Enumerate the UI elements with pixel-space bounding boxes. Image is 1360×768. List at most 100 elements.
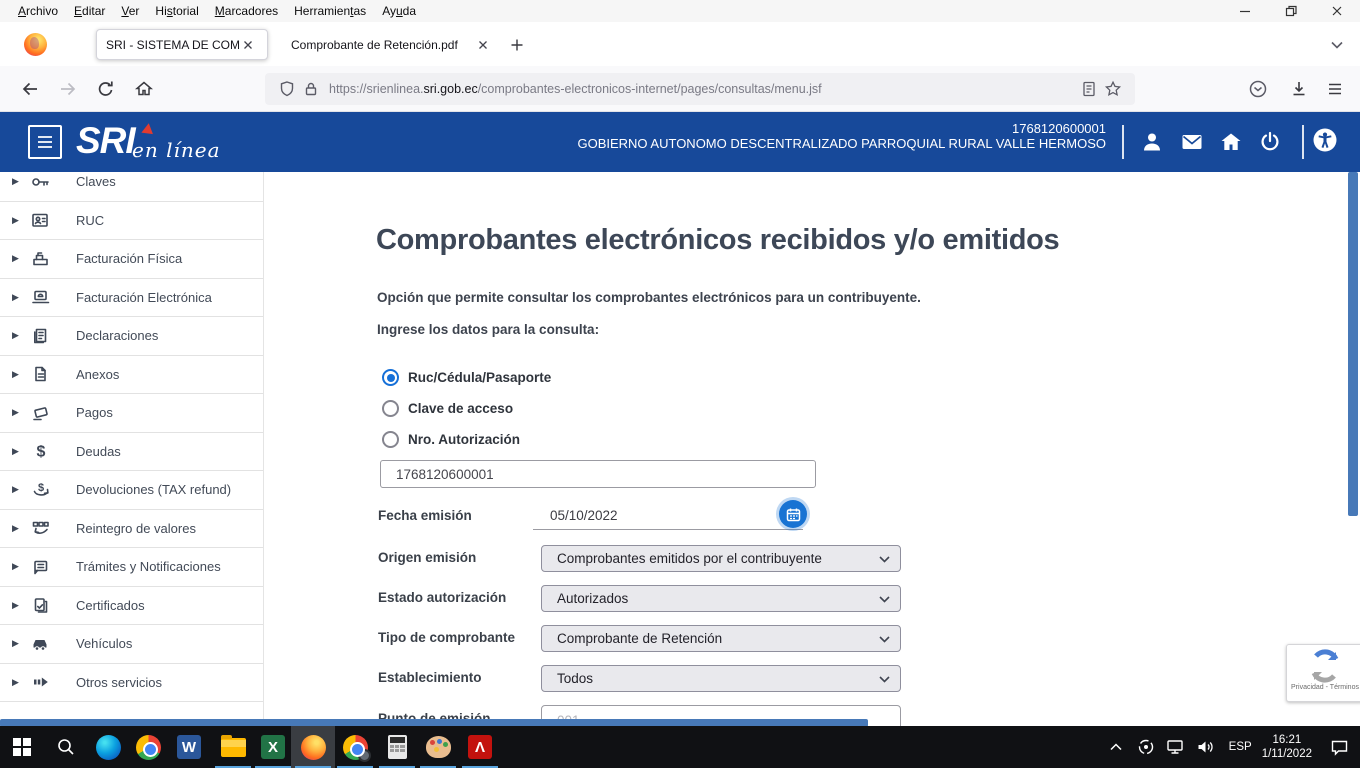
home-button[interactable]	[130, 75, 158, 103]
sidebar-item-reintegro[interactable]: ▶ Reintegro de valores	[0, 510, 263, 549]
recaptcha-label: Privacidad - Términos	[1287, 684, 1360, 691]
forward-button[interactable]	[54, 75, 82, 103]
taskbar-chrome-alt-icon[interactable]	[333, 726, 377, 768]
reload-button[interactable]	[92, 75, 120, 103]
header-divider	[1302, 125, 1304, 159]
sidebar-toggle-button[interactable]	[28, 125, 62, 159]
fecha-emision-input[interactable]: 05/10/2022	[533, 502, 803, 530]
sidebar-item-anexos[interactable]: ▶ Anexos	[0, 356, 263, 395]
car-icon	[29, 633, 53, 655]
bookmark-star-icon[interactable]	[1101, 77, 1125, 101]
establecimiento-select[interactable]: Todos	[541, 665, 901, 692]
header-divider	[1122, 125, 1124, 159]
radio-selected-icon[interactable]	[382, 369, 399, 386]
tab-close-icon[interactable]	[475, 37, 491, 53]
url-bar[interactable]: https://srienlinea.sri.gob.ec/comprobant…	[265, 73, 1135, 105]
sidebar-item-claves[interactable]: ▶ Claves	[0, 172, 263, 202]
sidebar-item-certificados[interactable]: ▶ Certificados	[0, 587, 263, 626]
taskbar-explorer-icon[interactable]	[211, 726, 255, 768]
start-button[interactable]	[0, 726, 44, 768]
radio-option-clave-acceso[interactable]: Clave de acceso	[382, 400, 513, 417]
close-button[interactable]	[1314, 0, 1360, 22]
menu-ayuda[interactable]: Ayuda	[374, 4, 424, 18]
sidebar-item-ruc[interactable]: ▶ RUC	[0, 202, 263, 241]
menu-marcadores[interactable]: Marcadores	[207, 4, 286, 18]
estado-autorizacion-select[interactable]: Autorizados	[541, 585, 901, 612]
tab-close-icon[interactable]	[240, 37, 256, 53]
menu-ver[interactable]: Ver	[113, 4, 147, 18]
action-center-icon[interactable]	[1326, 726, 1352, 768]
tray-network-icon[interactable]	[1163, 726, 1189, 768]
tab-sri-sistema[interactable]: SRI - SISTEMA DE COMPROBANTES	[96, 29, 268, 60]
lock-icon[interactable]	[299, 77, 323, 101]
radio-unselected-icon[interactable]	[382, 431, 399, 448]
tray-language-indicator[interactable]: ESP	[1229, 741, 1252, 753]
new-tab-button[interactable]	[506, 34, 528, 56]
sidebar-item-pagos[interactable]: ▶ Pagos	[0, 394, 263, 433]
sri-logo: SRI	[76, 120, 135, 162]
chevron-right-icon: ▶	[12, 176, 22, 187]
sidebar-item-declaraciones[interactable]: ▶ Declaraciones	[0, 317, 263, 356]
taskbar-acrobat-icon[interactable]: Λ	[458, 726, 502, 768]
recaptcha-badge[interactable]: Privacidad - Términos	[1286, 644, 1360, 702]
chevron-down-icon	[879, 596, 890, 603]
tray-meet-icon[interactable]	[1133, 726, 1159, 768]
radio-option-ruc[interactable]: Ruc/Cédula/Pasaporte	[382, 369, 551, 386]
tray-volume-icon[interactable]	[1193, 726, 1219, 768]
taskbar-paint-icon[interactable]	[416, 726, 460, 768]
taskbar-calculator-icon[interactable]	[375, 726, 419, 768]
taskbar-chrome-icon[interactable]	[126, 726, 170, 768]
url-text: https://srienlinea.sri.gob.ec/comprobant…	[329, 82, 1077, 96]
ruc-input[interactable]: 1768120600001	[380, 460, 816, 488]
id-card-icon	[29, 209, 53, 231]
user-icon[interactable]	[1139, 129, 1165, 155]
downloads-icon[interactable]	[1285, 75, 1313, 103]
sidebar-item-tramites[interactable]: ▶ Trámites y Notificaciones	[0, 548, 263, 587]
chevron-right-icon: ▶	[12, 292, 22, 303]
sidebar-item-devoluciones[interactable]: ▶ $ Devoluciones (TAX refund)	[0, 471, 263, 510]
mail-icon[interactable]	[1179, 129, 1205, 155]
menu-archivo[interactable]: Archivo	[10, 4, 66, 18]
list-all-tabs-button[interactable]	[1326, 34, 1348, 56]
sri-app-header: SRI en línea 1768120600001 GOBIERNO AUTO…	[0, 112, 1360, 172]
menu-herramientas[interactable]: Herramientas	[286, 4, 374, 18]
horizontal-scrollbar-thumb[interactable]	[0, 719, 868, 726]
sidebar-item-facturacion-electronica[interactable]: ▶ Facturación Electrónica	[0, 279, 263, 318]
tray-chevron-up-icon[interactable]	[1103, 726, 1129, 768]
main-content: Comprobantes electrónicos recibidos y/o …	[264, 172, 1360, 726]
svg-text:$: $	[38, 482, 44, 494]
taskbar-excel-icon[interactable]: X	[251, 726, 295, 768]
sidebar-item-deudas[interactable]: ▶ $ Deudas	[0, 433, 263, 472]
restore-button[interactable]	[1268, 0, 1314, 22]
taskbar-search-icon[interactable]	[44, 726, 88, 768]
chevron-right-icon: ▶	[12, 407, 22, 418]
reader-view-icon[interactable]	[1077, 77, 1101, 101]
vertical-scrollbar-thumb[interactable]	[1348, 172, 1358, 516]
taskbar-firefox-icon[interactable]	[291, 726, 335, 768]
label-estado-autorizacion: Estado autorización	[378, 590, 506, 605]
radio-option-nro-autorizacion[interactable]: Nro. Autorización	[382, 431, 520, 448]
sidebar-item-otros-servicios[interactable]: ▶ Otros servicios	[0, 664, 263, 703]
tipo-comprobante-select[interactable]: Comprobante de Retención	[541, 625, 901, 652]
sidebar: ▶ Claves ▶ RUC ▶ Facturación Física ▶	[0, 172, 264, 726]
pocket-icon[interactable]	[1244, 75, 1272, 103]
shield-icon[interactable]	[275, 77, 299, 101]
back-button[interactable]	[16, 75, 44, 103]
calendar-button[interactable]	[779, 500, 807, 528]
minimize-button[interactable]	[1222, 0, 1268, 22]
home-icon[interactable]	[1218, 129, 1244, 155]
origen-emision-select[interactable]: Comprobantes emitidos por el contribuyen…	[541, 545, 901, 572]
tab-comprobante-pdf[interactable]: Comprobante de Retención.pdf	[285, 29, 497, 60]
accessibility-icon[interactable]	[1311, 127, 1337, 153]
sidebar-item-facturacion-fisica[interactable]: ▶ Facturación Física	[0, 240, 263, 279]
tray-clock[interactable]: 16:21 1/11/2022	[1262, 733, 1312, 761]
browser-menu-icon[interactable]	[1321, 75, 1349, 103]
radio-unselected-icon[interactable]	[382, 400, 399, 417]
power-icon[interactable]	[1257, 129, 1283, 155]
tab-title: SRI - SISTEMA DE COMPROBANTES	[106, 38, 240, 52]
menu-historial[interactable]: Historial	[147, 4, 206, 18]
taskbar-edge-icon[interactable]	[86, 726, 130, 768]
menu-editar[interactable]: Editar	[66, 4, 113, 18]
taskbar-word-icon[interactable]: W	[167, 726, 211, 768]
sidebar-item-vehiculos[interactable]: ▶ Vehículos	[0, 625, 263, 664]
